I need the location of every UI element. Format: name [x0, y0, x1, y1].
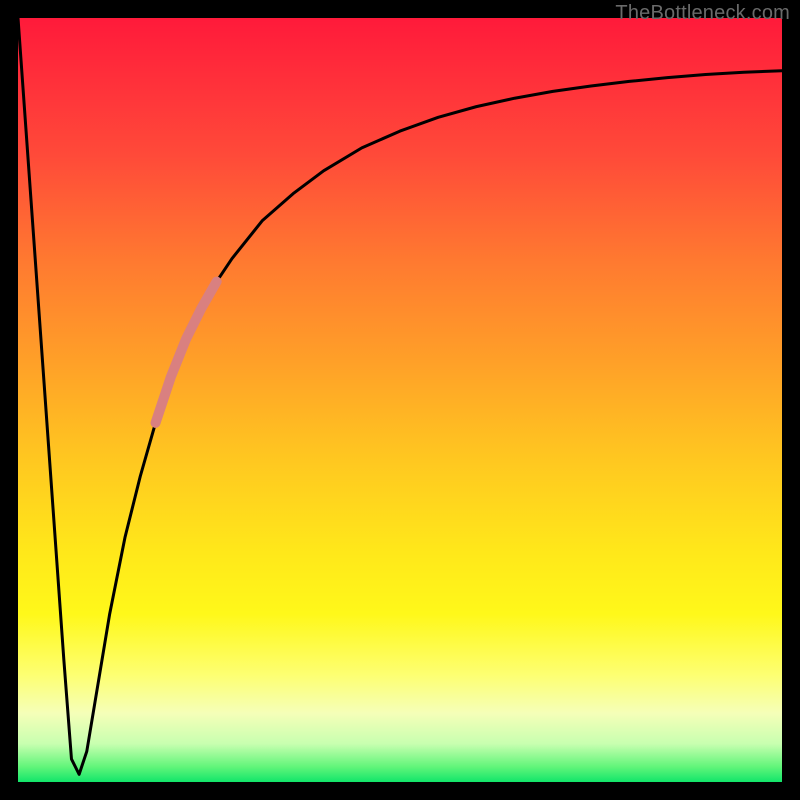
chart-container: TheBottleneck.com	[0, 0, 800, 800]
plot-area	[18, 18, 782, 782]
watermark-text: TheBottleneck.com	[615, 2, 790, 25]
highlight-segment	[156, 282, 217, 423]
curve-layer	[18, 18, 782, 782]
bottleneck-curve	[18, 18, 782, 774]
